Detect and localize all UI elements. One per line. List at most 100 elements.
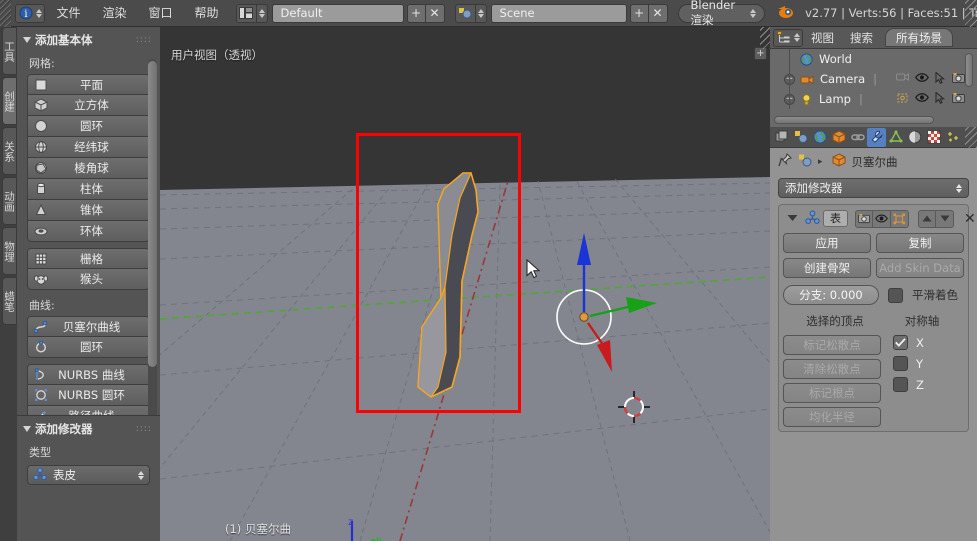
menu-help[interactable]: 帮助 — [184, 0, 230, 27]
add-modifier-spinner[interactable] — [956, 183, 962, 193]
3d-viewport[interactable]: z y x 用户视图（透视） (1) 贝塞尔曲 + — [160, 27, 770, 541]
drag-handle-icon[interactable]: :::: — [136, 35, 152, 45]
render-toggle-icon[interactable] — [855, 209, 873, 228]
eye-icon[interactable] — [915, 92, 929, 106]
outliner-editor-type[interactable] — [773, 28, 803, 47]
add-bezier-curve-button[interactable]: 贝塞尔曲线 — [27, 316, 150, 337]
outliner-vscrollbar[interactable] — [965, 53, 973, 87]
editor-type-spinner[interactable] — [35, 5, 44, 22]
axis-x-checkbox[interactable] — [893, 335, 908, 350]
tab-object[interactable] — [829, 128, 848, 147]
scene-icon[interactable] — [454, 3, 476, 23]
remove-scene-button[interactable]: ✕ — [648, 3, 668, 23]
cursor-arrow-icon[interactable] — [935, 70, 946, 87]
tab-render-layers[interactable] — [772, 128, 791, 147]
add-scene-button[interactable]: + — [629, 3, 649, 23]
add-uv-sphere-button[interactable]: 经纬球 — [27, 137, 150, 158]
screen-layout-icon[interactable] — [235, 3, 257, 23]
topbar-grip-right[interactable] — [965, 0, 977, 27]
window-grip[interactable] — [0, 0, 12, 27]
add-skin-data-button[interactable]: Add Skin Data — [876, 258, 964, 278]
branch-smoothing-field[interactable]: 分支: 0.000 — [783, 285, 879, 305]
axis-z-checkbox[interactable] — [893, 377, 908, 392]
add-bezier-circle-button[interactable]: 圆环 — [27, 337, 150, 358]
restrict-render-icon[interactable] — [896, 72, 909, 87]
sidebar-item-create[interactable]: 创建 — [2, 77, 17, 125]
modifier-name-field[interactable]: 表 — [823, 210, 848, 227]
add-plane-button[interactable]: 平面 — [27, 74, 150, 95]
add-modifier-header[interactable]: 添加修改器 :::: — [17, 416, 160, 441]
add-nurbs-curve-button[interactable]: NURBS 曲线 — [27, 364, 150, 385]
eye-icon[interactable] — [915, 72, 929, 86]
add-monkey-button[interactable]: 猴头 — [27, 269, 150, 290]
tab-modifiers[interactable] — [867, 127, 886, 147]
move-up-button[interactable] — [918, 209, 936, 228]
sidebar-item-tools[interactable]: 工具 — [2, 27, 17, 75]
outliner-menu-search[interactable]: 搜索 — [842, 27, 881, 49]
create-armature-button[interactable]: 创建骨架 — [783, 258, 871, 278]
sidebar-item-greasepencil[interactable]: 蜡笔 — [2, 277, 17, 325]
tab-scene[interactable] — [791, 128, 810, 147]
add-circle-button[interactable]: 圆环 — [27, 116, 150, 137]
outliner-hscrollbar[interactable] — [774, 116, 934, 124]
outliner-display-mode[interactable]: 所有场景 — [885, 28, 953, 47]
add-nurbs-circle-button[interactable]: NURBS 圆环 — [27, 385, 150, 406]
workspace-spinner[interactable] — [256, 3, 268, 23]
modifier-type-spinner[interactable] — [138, 470, 144, 480]
render-engine-selector[interactable]: Blender 渲染 — [677, 0, 766, 27]
scene-icon[interactable] — [798, 154, 812, 170]
apply-button[interactable]: 应用 — [783, 233, 871, 253]
proptabs-grip[interactable] — [965, 126, 977, 148]
editmode-toggle-icon[interactable] — [891, 209, 909, 228]
outliner-menu-view[interactable]: 视图 — [803, 27, 842, 49]
tab-particles[interactable] — [943, 128, 962, 147]
add-modifier-dropdown[interactable]: 添加修改器 — [778, 178, 969, 198]
add-cylinder-button[interactable]: 柱体 — [27, 179, 150, 200]
add-torus-button[interactable]: 环体 — [27, 221, 150, 242]
viewport-grip-right[interactable] — [760, 27, 770, 49]
menu-render[interactable]: 渲染 — [91, 0, 137, 27]
collapse-triangle-icon[interactable] — [23, 37, 31, 43]
tab-object-data[interactable] — [886, 128, 905, 147]
outliner-row-camera[interactable]: + Camera | — [770, 69, 977, 89]
scene-spinner[interactable] — [475, 3, 487, 23]
menu-window[interactable]: 窗口 — [137, 0, 183, 27]
add-primitive-header[interactable]: 添加基本体 :::: — [17, 27, 160, 52]
tab-constraints[interactable] — [848, 128, 867, 147]
pin-icon[interactable] — [778, 153, 792, 170]
move-down-button[interactable] — [936, 209, 954, 228]
copy-button[interactable]: 复制 — [876, 233, 964, 253]
object-icon[interactable] — [832, 153, 846, 170]
workspace-name-field[interactable]: Default — [271, 3, 404, 23]
menu-file[interactable]: 文件 — [45, 0, 91, 27]
modifier-type-dropdown[interactable]: 表皮 — [27, 465, 150, 485]
tool-panel-scrollbar[interactable] — [148, 59, 157, 434]
sidebar-item-relations[interactable]: 关系 — [2, 127, 17, 175]
tab-material[interactable] — [905, 128, 924, 147]
editor-type-selector[interactable]: i — [15, 3, 46, 23]
cursor-arrow-icon[interactable] — [935, 90, 946, 107]
add-ico-sphere-button[interactable]: 棱角球 — [27, 158, 150, 179]
axis-y-checkbox[interactable] — [893, 356, 908, 371]
tab-texture[interactable] — [924, 128, 943, 147]
smooth-shading-checkbox[interactable] — [888, 287, 903, 303]
remove-workspace-button[interactable]: ✕ — [425, 3, 445, 23]
camera-data-icon[interactable] — [952, 92, 965, 107]
equalize-radii-button[interactable]: 均化半径 — [783, 407, 881, 427]
camera-data-icon[interactable] — [952, 72, 965, 87]
render-engine-spinner[interactable] — [750, 5, 758, 22]
clear-loose-button[interactable]: 清除松散点 — [783, 359, 881, 379]
add-grid-button[interactable]: 栅格 — [27, 248, 150, 269]
sidebar-item-physics[interactable]: 物理 — [2, 227, 17, 275]
mark-loose-button[interactable]: 标记松散点 — [783, 335, 881, 355]
sidebar-item-animation[interactable]: 动画 — [2, 177, 17, 225]
scene-name-field[interactable]: Scene — [490, 3, 627, 23]
outliner-type-spinner[interactable] — [793, 29, 802, 46]
outliner-row-lamp[interactable]: + Lamp | — [770, 89, 977, 109]
add-cube-button[interactable]: 立方体 — [27, 95, 150, 116]
add-cone-button[interactable]: 锥体 — [27, 200, 150, 221]
collapse-triangle-icon[interactable] — [23, 426, 31, 432]
eye-toggle-icon[interactable] — [873, 209, 891, 228]
outliner-row-world[interactable]: World — [770, 49, 977, 69]
restrict-render-icon[interactable] — [896, 92, 909, 107]
